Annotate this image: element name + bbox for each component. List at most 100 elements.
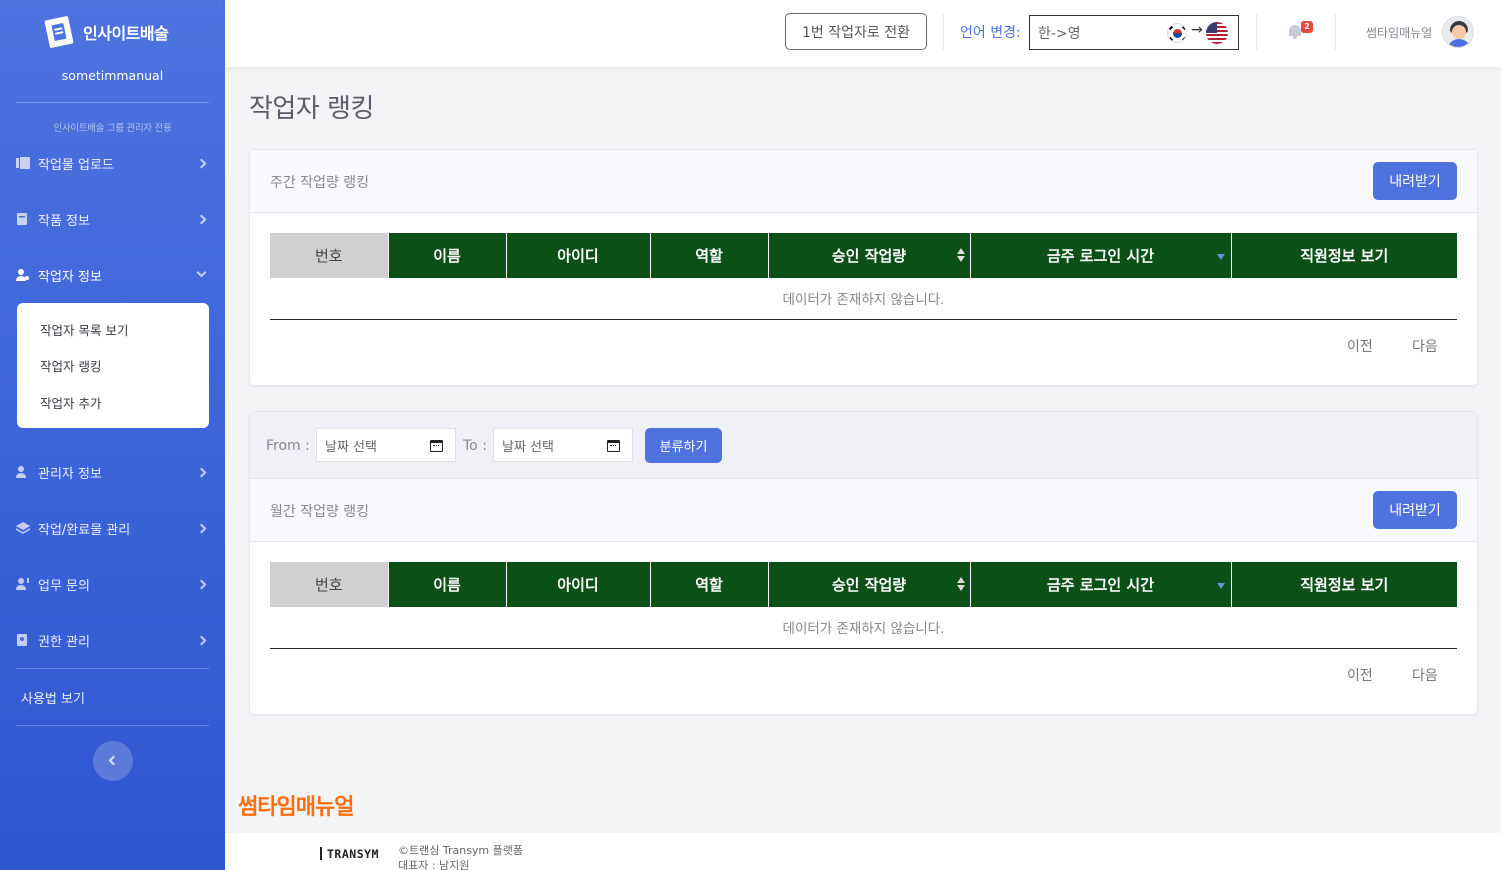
sidebar-item-inquiry[interactable]: 업무 문의: [16, 572, 209, 596]
transym-logo: TRANSYM: [320, 847, 379, 861]
sidebar-item-tasks[interactable]: 작업/완료물 관리: [15, 516, 209, 540]
layers-icon: [15, 522, 31, 534]
sort-icon: [956, 577, 965, 593]
column-header-name[interactable]: 이름: [388, 562, 507, 607]
sidebar-item-upload[interactable]: 작업물 업로드: [16, 151, 209, 175]
topbar: 1번 작업자로 전환 언어 변경: 한->영 → 2 썸타임매뉴얼: [225, 0, 1501, 67]
column-header-login-time[interactable]: 금주 로그인 시간: [970, 233, 1232, 278]
column-header-role[interactable]: 역할: [650, 562, 769, 607]
next-page-link[interactable]: 다음: [1412, 665, 1438, 685]
sort-desc-icon: [1216, 583, 1225, 589]
sidebar: 인사이트배술 sometimmanual 인사이트배술 그룹 관리자 전용 작업…: [0, 0, 225, 870]
calendar-icon[interactable]: [430, 440, 443, 452]
user-question-icon: [16, 578, 30, 590]
topbar-divider: [1335, 14, 1336, 50]
column-header-number[interactable]: 번호: [270, 562, 389, 607]
page-title: 작업자 랭킹: [249, 94, 374, 124]
column-header-label: 금주 로그인 시간: [1046, 576, 1155, 594]
brand-subtitle: sometimmanual: [61, 68, 164, 83]
sidebar-toggle-button[interactable]: [93, 741, 133, 781]
column-header-id[interactable]: 아이디: [506, 562, 651, 607]
to-date-input[interactable]: 날짜 선택: [493, 428, 633, 462]
notification-badge: 2: [1301, 21, 1313, 33]
filter-button[interactable]: 분류하기: [645, 428, 722, 463]
sidebar-item-works[interactable]: 작품 정보: [16, 207, 209, 231]
card-header: 월간 작업량 랭킹 내려받기: [250, 479, 1477, 542]
footer-ceo: 대표자 : 남지원: [398, 859, 470, 870]
korea-flag-icon: [1167, 23, 1187, 43]
sidebar-item-workers[interactable]: 작업자 정보: [16, 263, 209, 287]
book-icon: [16, 213, 30, 225]
usa-flag-icon: [1206, 22, 1228, 44]
download-button[interactable]: 내려받기: [1373, 162, 1457, 200]
column-header-label: 승인 작업량: [831, 576, 907, 594]
avatar[interactable]: [1442, 16, 1474, 48]
workers-submenu: 작업자 목록 보기 작업자 랭킹 작업자 추가: [17, 303, 209, 428]
sidebar-heading: 인사이트배술 그룹 관리자 전용: [53, 123, 172, 134]
sort-desc-icon: [1216, 254, 1225, 260]
next-page-link[interactable]: 다음: [1412, 336, 1438, 356]
user-name[interactable]: 썸타임매뉴얼: [1366, 24, 1432, 41]
column-header-id[interactable]: 아이디: [506, 233, 651, 278]
column-header-profile[interactable]: 직원정보 보기: [1231, 562, 1457, 607]
monthly-ranking-table: 번호 이름 아이디 역할 승인 작업량 금주 로그인 시간 직원정보 보기 데이…: [270, 562, 1457, 649]
date-placeholder: 날짜 선택: [325, 440, 377, 455]
id-card-icon: [16, 634, 30, 646]
language-label: 언어 변경:: [960, 25, 1021, 41]
column-header-profile[interactable]: 직원정보 보기: [1231, 233, 1457, 278]
chevron-down-icon: [196, 267, 207, 278]
submenu-worker-add[interactable]: 작업자 추가: [40, 393, 101, 412]
bell-icon[interactable]: [1288, 24, 1302, 39]
brand-logo-icon: [40, 13, 78, 51]
sidebar-item-label: 작품 정보: [38, 213, 90, 229]
weekly-ranking-table: 번호 이름 아이디 역할 승인 작업량 금주 로그인 시간 직원정보 보기 데이…: [270, 233, 1457, 320]
topbar-divider: [1256, 14, 1257, 50]
upload-icon: [16, 157, 30, 169]
topbar-divider: [943, 14, 944, 50]
column-header-approved[interactable]: 승인 작업량: [768, 233, 971, 278]
empty-message: 데이터가 존재하지 않습니다.: [270, 607, 1457, 649]
sidebar-item-admins[interactable]: 관리자 정보: [16, 460, 209, 484]
chevron-right-icon: [196, 579, 207, 589]
sidebar-item-label: 사용법 보기: [21, 691, 85, 707]
sidebar-divider: [16, 668, 209, 669]
column-header-approved[interactable]: 승인 작업량: [768, 562, 971, 607]
brand-name: 인사이트배술: [83, 24, 169, 43]
sidebar-item-guide[interactable]: 사용법 보기: [21, 685, 214, 709]
to-label: To :: [463, 438, 487, 454]
switch-worker-button[interactable]: 1번 작업자로 전환: [785, 13, 927, 50]
sidebar-item-label: 작업물 업로드: [38, 157, 114, 173]
brand-wordmark: 썸타임매뉴얼: [238, 795, 354, 820]
prev-page-link[interactable]: 이전: [1347, 336, 1373, 356]
sidebar-divider: [16, 725, 209, 726]
submenu-worker-list[interactable]: 작업자 목록 보기: [40, 320, 128, 339]
sidebar-item-label: 관리자 정보: [38, 466, 102, 482]
card-header: 주간 작업량 랭킹 내려받기: [250, 150, 1477, 213]
sidebar-item-label: 작업자 정보: [38, 269, 102, 285]
submenu-worker-ranking[interactable]: 작업자 랭킹: [40, 356, 101, 375]
sort-icon: [956, 248, 965, 264]
language-select[interactable]: 한->영 →: [1029, 15, 1239, 50]
arrow-right-icon: →: [1191, 22, 1203, 38]
chevron-right-icon: [196, 467, 207, 477]
monthly-ranking-card: From : 날짜 선택 To : 날짜 선택 분류하기 월간 작업량 랭킹 내…: [249, 411, 1478, 715]
download-button[interactable]: 내려받기: [1373, 491, 1457, 529]
chevron-right-icon: [196, 214, 207, 224]
from-date-input[interactable]: 날짜 선택: [316, 428, 456, 462]
calendar-icon[interactable]: [607, 440, 620, 452]
footer-copyright: ©트랜심 Transym 플랫폼: [398, 844, 524, 857]
card-title: 월간 작업량 랭킹: [270, 504, 370, 520]
from-label: From :: [266, 438, 310, 454]
sidebar-divider: [16, 102, 209, 103]
column-header-login-time[interactable]: 금주 로그인 시간: [970, 562, 1232, 607]
column-header-label: 금주 로그인 시간: [1046, 247, 1155, 265]
column-header-role[interactable]: 역할: [650, 233, 769, 278]
column-header-number[interactable]: 번호: [270, 233, 389, 278]
chevron-right-icon: [196, 635, 207, 645]
brand[interactable]: 인사이트배술: [40, 13, 169, 51]
column-header-name[interactable]: 이름: [388, 233, 507, 278]
sidebar-item-label: 업무 문의: [38, 578, 90, 594]
sidebar-item-permissions[interactable]: 권한 관리: [16, 628, 209, 652]
chevron-right-icon: [196, 158, 207, 168]
prev-page-link[interactable]: 이전: [1347, 665, 1373, 685]
